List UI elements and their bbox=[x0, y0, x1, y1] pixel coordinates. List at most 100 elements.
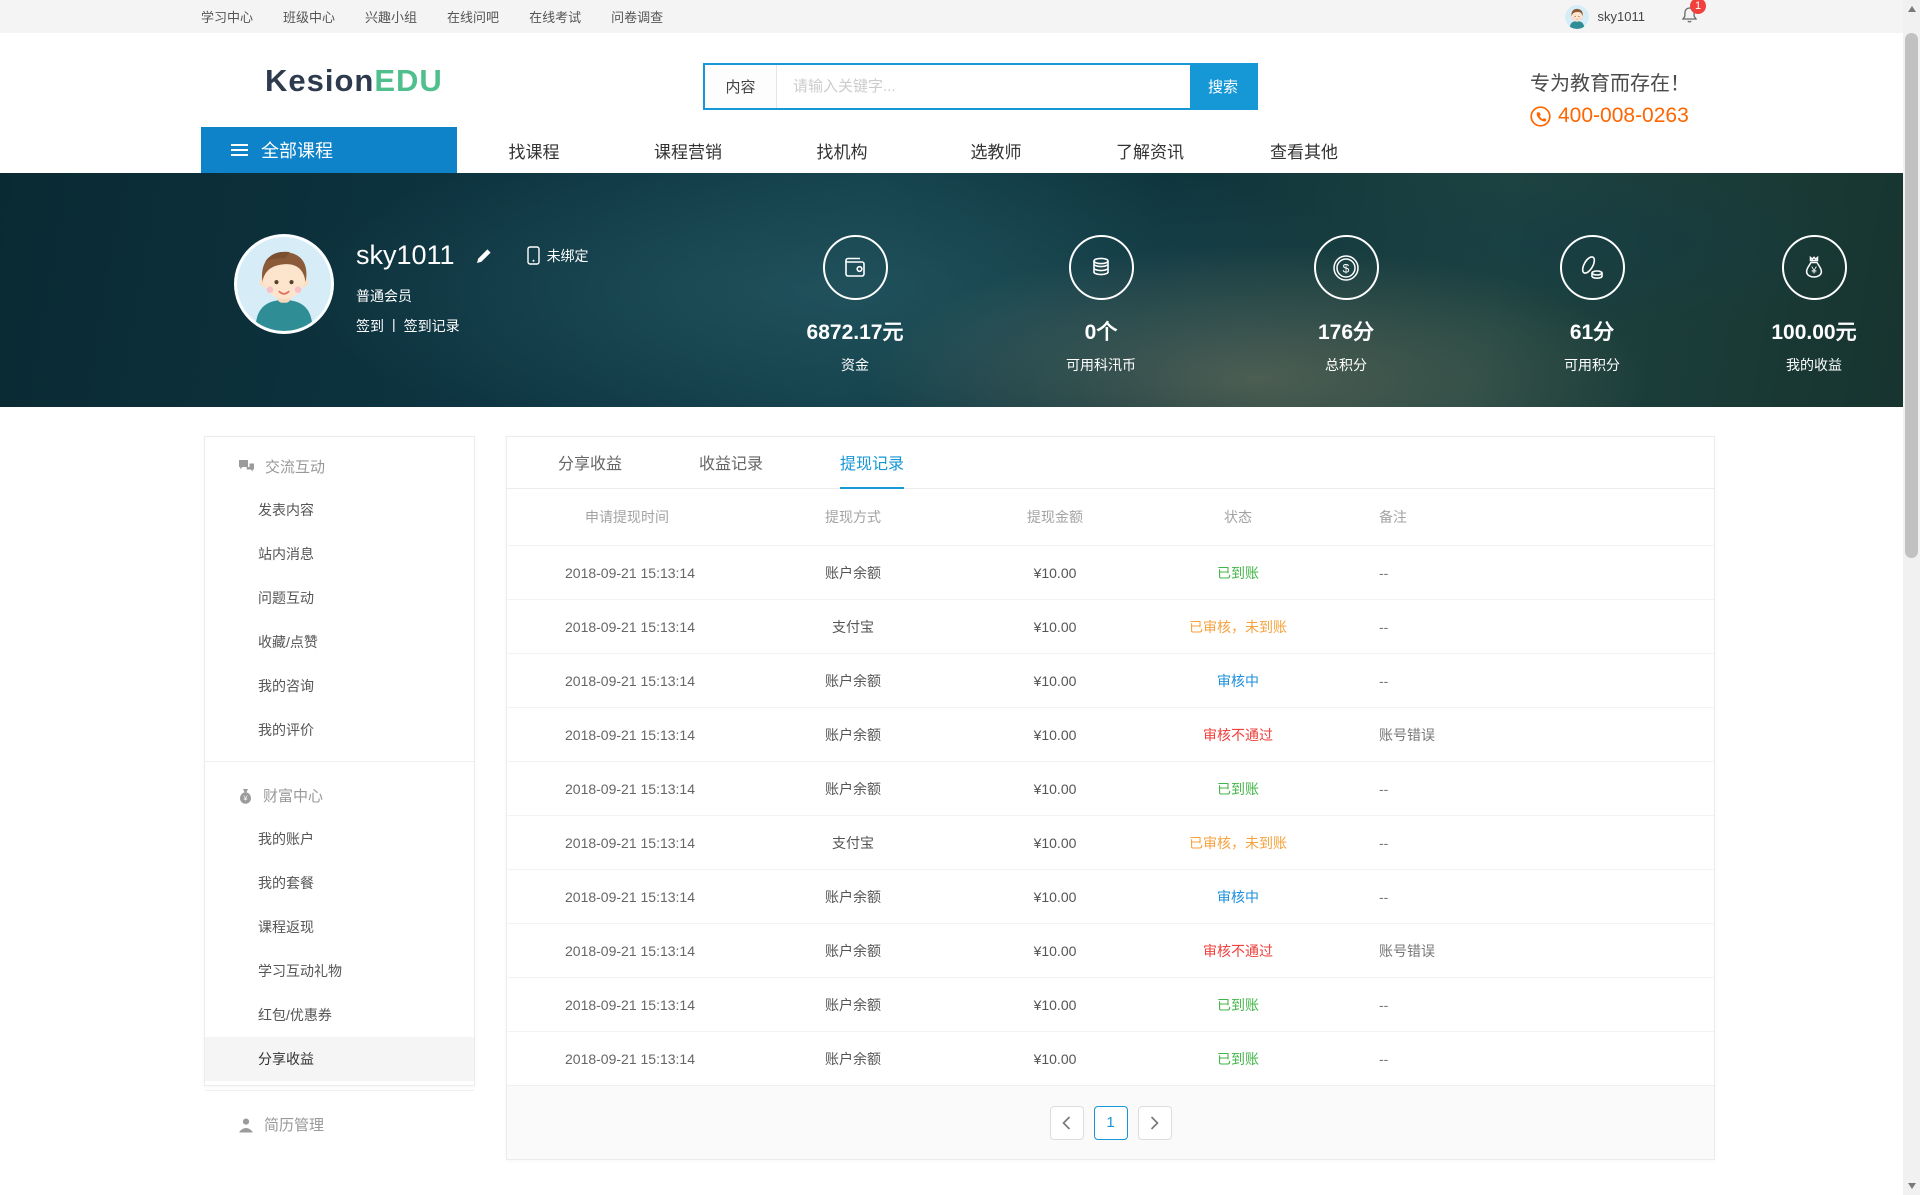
sidebar-item[interactable]: 我的账户 bbox=[205, 817, 474, 861]
nav-item[interactable]: 选教师 bbox=[919, 138, 1073, 163]
status-badge: 审核中 bbox=[1151, 887, 1325, 907]
bind-status-label: 未绑定 bbox=[547, 246, 589, 266]
main-nav: 全部课程 找课程课程营销找机构选教师了解资讯查看其他 bbox=[0, 127, 1903, 173]
status-badge: 已到账 bbox=[1151, 779, 1325, 799]
topbar-menu-item[interactable]: 兴趣小组 bbox=[365, 7, 417, 26]
cell-method: 账户余额 bbox=[747, 779, 959, 799]
topbar-menu: 学习中心 班级中心 兴趣小组 在线问吧 在线考试 问卷调查 bbox=[201, 7, 663, 26]
sidebar-section-resume[interactable]: 简历管理 bbox=[205, 1100, 474, 1146]
signin-record-link[interactable]: 签到记录 bbox=[404, 316, 460, 336]
profile-avatar[interactable] bbox=[234, 234, 334, 334]
member-level: 普通会员 bbox=[356, 286, 412, 306]
search-button[interactable]: 搜索 bbox=[1190, 65, 1256, 108]
nav-item[interactable]: 了解资讯 bbox=[1073, 138, 1227, 163]
search-category-select[interactable]: 内容 bbox=[705, 65, 777, 108]
signin-link[interactable]: 签到 bbox=[356, 316, 384, 336]
cell-time: 2018-09-21 15:13:14 bbox=[507, 727, 747, 743]
stat-value: 100.00元 bbox=[1729, 316, 1899, 346]
stat-total-points[interactable]: $ 176分 总积分 bbox=[1261, 235, 1431, 375]
sidebar-item[interactable]: 我的咨询 bbox=[205, 664, 474, 708]
site-logo[interactable]: KesionEDU bbox=[265, 63, 443, 99]
cell-remark: 账号错误 bbox=[1325, 941, 1714, 961]
profile-username: sky1011 bbox=[356, 240, 455, 271]
status-badge: 已到账 bbox=[1151, 563, 1325, 583]
sidebar-item[interactable]: 站内消息 bbox=[205, 532, 474, 576]
sidebar-item[interactable]: 红包/优惠券 bbox=[205, 993, 474, 1037]
notification-badge: 1 bbox=[1690, 0, 1706, 14]
sidebar-item[interactable]: 收藏/点赞 bbox=[205, 620, 474, 664]
next-page-button[interactable] bbox=[1138, 1106, 1172, 1140]
scrollbar[interactable] bbox=[1903, 0, 1920, 1195]
status-badge: 审核不通过 bbox=[1151, 941, 1325, 961]
cell-time: 2018-09-21 15:13:14 bbox=[507, 619, 747, 635]
search-input[interactable] bbox=[777, 65, 1190, 108]
topbar-menu-item[interactable]: 问卷调查 bbox=[611, 7, 663, 26]
avatar-image bbox=[1565, 5, 1589, 29]
phone-number[interactable]: 400-008-0263 bbox=[1558, 104, 1689, 128]
sidebar-section-interaction[interactable]: 交流互动 bbox=[205, 442, 474, 488]
tab-share-earnings[interactable]: 分享收益 bbox=[558, 437, 622, 489]
scroll-up-arrow-icon[interactable] bbox=[1908, 6, 1916, 12]
status-badge: 已到账 bbox=[1151, 995, 1325, 1015]
cell-method: 账户余额 bbox=[747, 1049, 959, 1069]
cell-method: 账户余额 bbox=[747, 563, 959, 583]
topbar-user-area: sky1011 1 bbox=[1565, 5, 1698, 29]
mobile-bind-status[interactable]: 未绑定 bbox=[527, 246, 589, 266]
table-row: 2018-09-21 15:13:14 账户余额 ¥10.00 已到账 -- bbox=[507, 545, 1714, 599]
stat-funds[interactable]: 6872.17元 资金 bbox=[770, 235, 940, 375]
cell-method: 支付宝 bbox=[747, 617, 959, 637]
table-row: 2018-09-21 15:13:14 账户余额 ¥10.00 审核不通过 账号… bbox=[507, 923, 1714, 977]
cell-time: 2018-09-21 15:13:14 bbox=[507, 781, 747, 797]
edit-username-button[interactable] bbox=[475, 247, 493, 265]
nav-all-courses[interactable]: 全部课程 bbox=[201, 127, 457, 173]
cell-remark: -- bbox=[1325, 1051, 1714, 1067]
coin-tilt-icon bbox=[1560, 235, 1625, 300]
sidebar-item[interactable]: 课程返现 bbox=[205, 905, 474, 949]
notification-bell[interactable]: 1 bbox=[1681, 6, 1698, 27]
tab-withdrawal-records[interactable]: 提现记录 bbox=[840, 437, 904, 489]
divider bbox=[205, 761, 474, 762]
stat-coins[interactable]: 0个 可用科汛币 bbox=[1016, 235, 1186, 375]
nav-item[interactable]: 课程营销 bbox=[611, 138, 765, 163]
topbar-menu-item[interactable]: 学习中心 bbox=[201, 7, 253, 26]
cell-time: 2018-09-21 15:13:14 bbox=[507, 889, 747, 905]
stat-available-points[interactable]: 61分 可用积分 bbox=[1507, 235, 1677, 375]
table-row: 2018-09-21 15:13:14 支付宝 ¥10.00 已审核，未到账 -… bbox=[507, 815, 1714, 869]
scrollbar-thumb[interactable] bbox=[1905, 33, 1918, 558]
sidebar-item[interactable]: 分享收益 bbox=[205, 1037, 474, 1081]
stat-value: 0个 bbox=[1016, 316, 1186, 346]
cell-method: 支付宝 bbox=[747, 833, 959, 853]
dollar-circle-icon: $ bbox=[1314, 235, 1379, 300]
prev-page-button[interactable] bbox=[1050, 1106, 1084, 1140]
sidebar-item[interactable]: 学习互动礼物 bbox=[205, 949, 474, 993]
nav-item[interactable]: 找课程 bbox=[457, 138, 611, 163]
nav-item[interactable]: 找机构 bbox=[765, 138, 919, 163]
cell-amount: ¥10.00 bbox=[959, 889, 1151, 905]
cell-time: 2018-09-21 15:13:14 bbox=[507, 943, 747, 959]
scroll-down-arrow-icon[interactable] bbox=[1908, 1183, 1916, 1189]
chevron-left-icon bbox=[1062, 1116, 1071, 1130]
cell-remark: -- bbox=[1325, 835, 1714, 851]
sidebar-item[interactable]: 发表内容 bbox=[205, 488, 474, 532]
table-row: 2018-09-21 15:13:14 账户余额 ¥10.00 已到账 -- bbox=[507, 761, 1714, 815]
logo-kesion: Kesion bbox=[265, 63, 374, 98]
topbar-menu-item[interactable]: 在线考试 bbox=[529, 7, 581, 26]
tab-earning-records[interactable]: 收益记录 bbox=[699, 437, 763, 489]
cell-amount: ¥10.00 bbox=[959, 1051, 1151, 1067]
topbar-menu-item[interactable]: 在线问吧 bbox=[447, 7, 499, 26]
col-header-method: 提现方式 bbox=[747, 507, 959, 527]
stat-value: 176分 bbox=[1261, 316, 1431, 346]
sidebar-section-wealth[interactable]: ¥ 财富中心 bbox=[205, 771, 474, 817]
hero-banner: sky1011 未绑定 普通会员 签到 | 签到记录 6872.17元 bbox=[0, 173, 1903, 407]
sidebar-item[interactable]: 我的评价 bbox=[205, 708, 474, 752]
sidebar-item[interactable]: 我的套餐 bbox=[205, 861, 474, 905]
topbar-menu-item[interactable]: 班级中心 bbox=[283, 7, 335, 26]
sidebar-item[interactable]: 问题互动 bbox=[205, 576, 474, 620]
stat-earnings[interactable]: ¥ 100.00元 我的收益 bbox=[1729, 235, 1899, 375]
topbar-username[interactable]: sky1011 bbox=[1598, 9, 1645, 24]
wallet-icon bbox=[823, 235, 888, 300]
nav-item[interactable]: 查看其他 bbox=[1227, 138, 1381, 163]
avatar[interactable] bbox=[1565, 5, 1589, 29]
slogan-block: 专为教育而存在！ 400-008-0263 bbox=[1530, 67, 1690, 128]
page-number-button[interactable]: 1 bbox=[1094, 1106, 1128, 1140]
